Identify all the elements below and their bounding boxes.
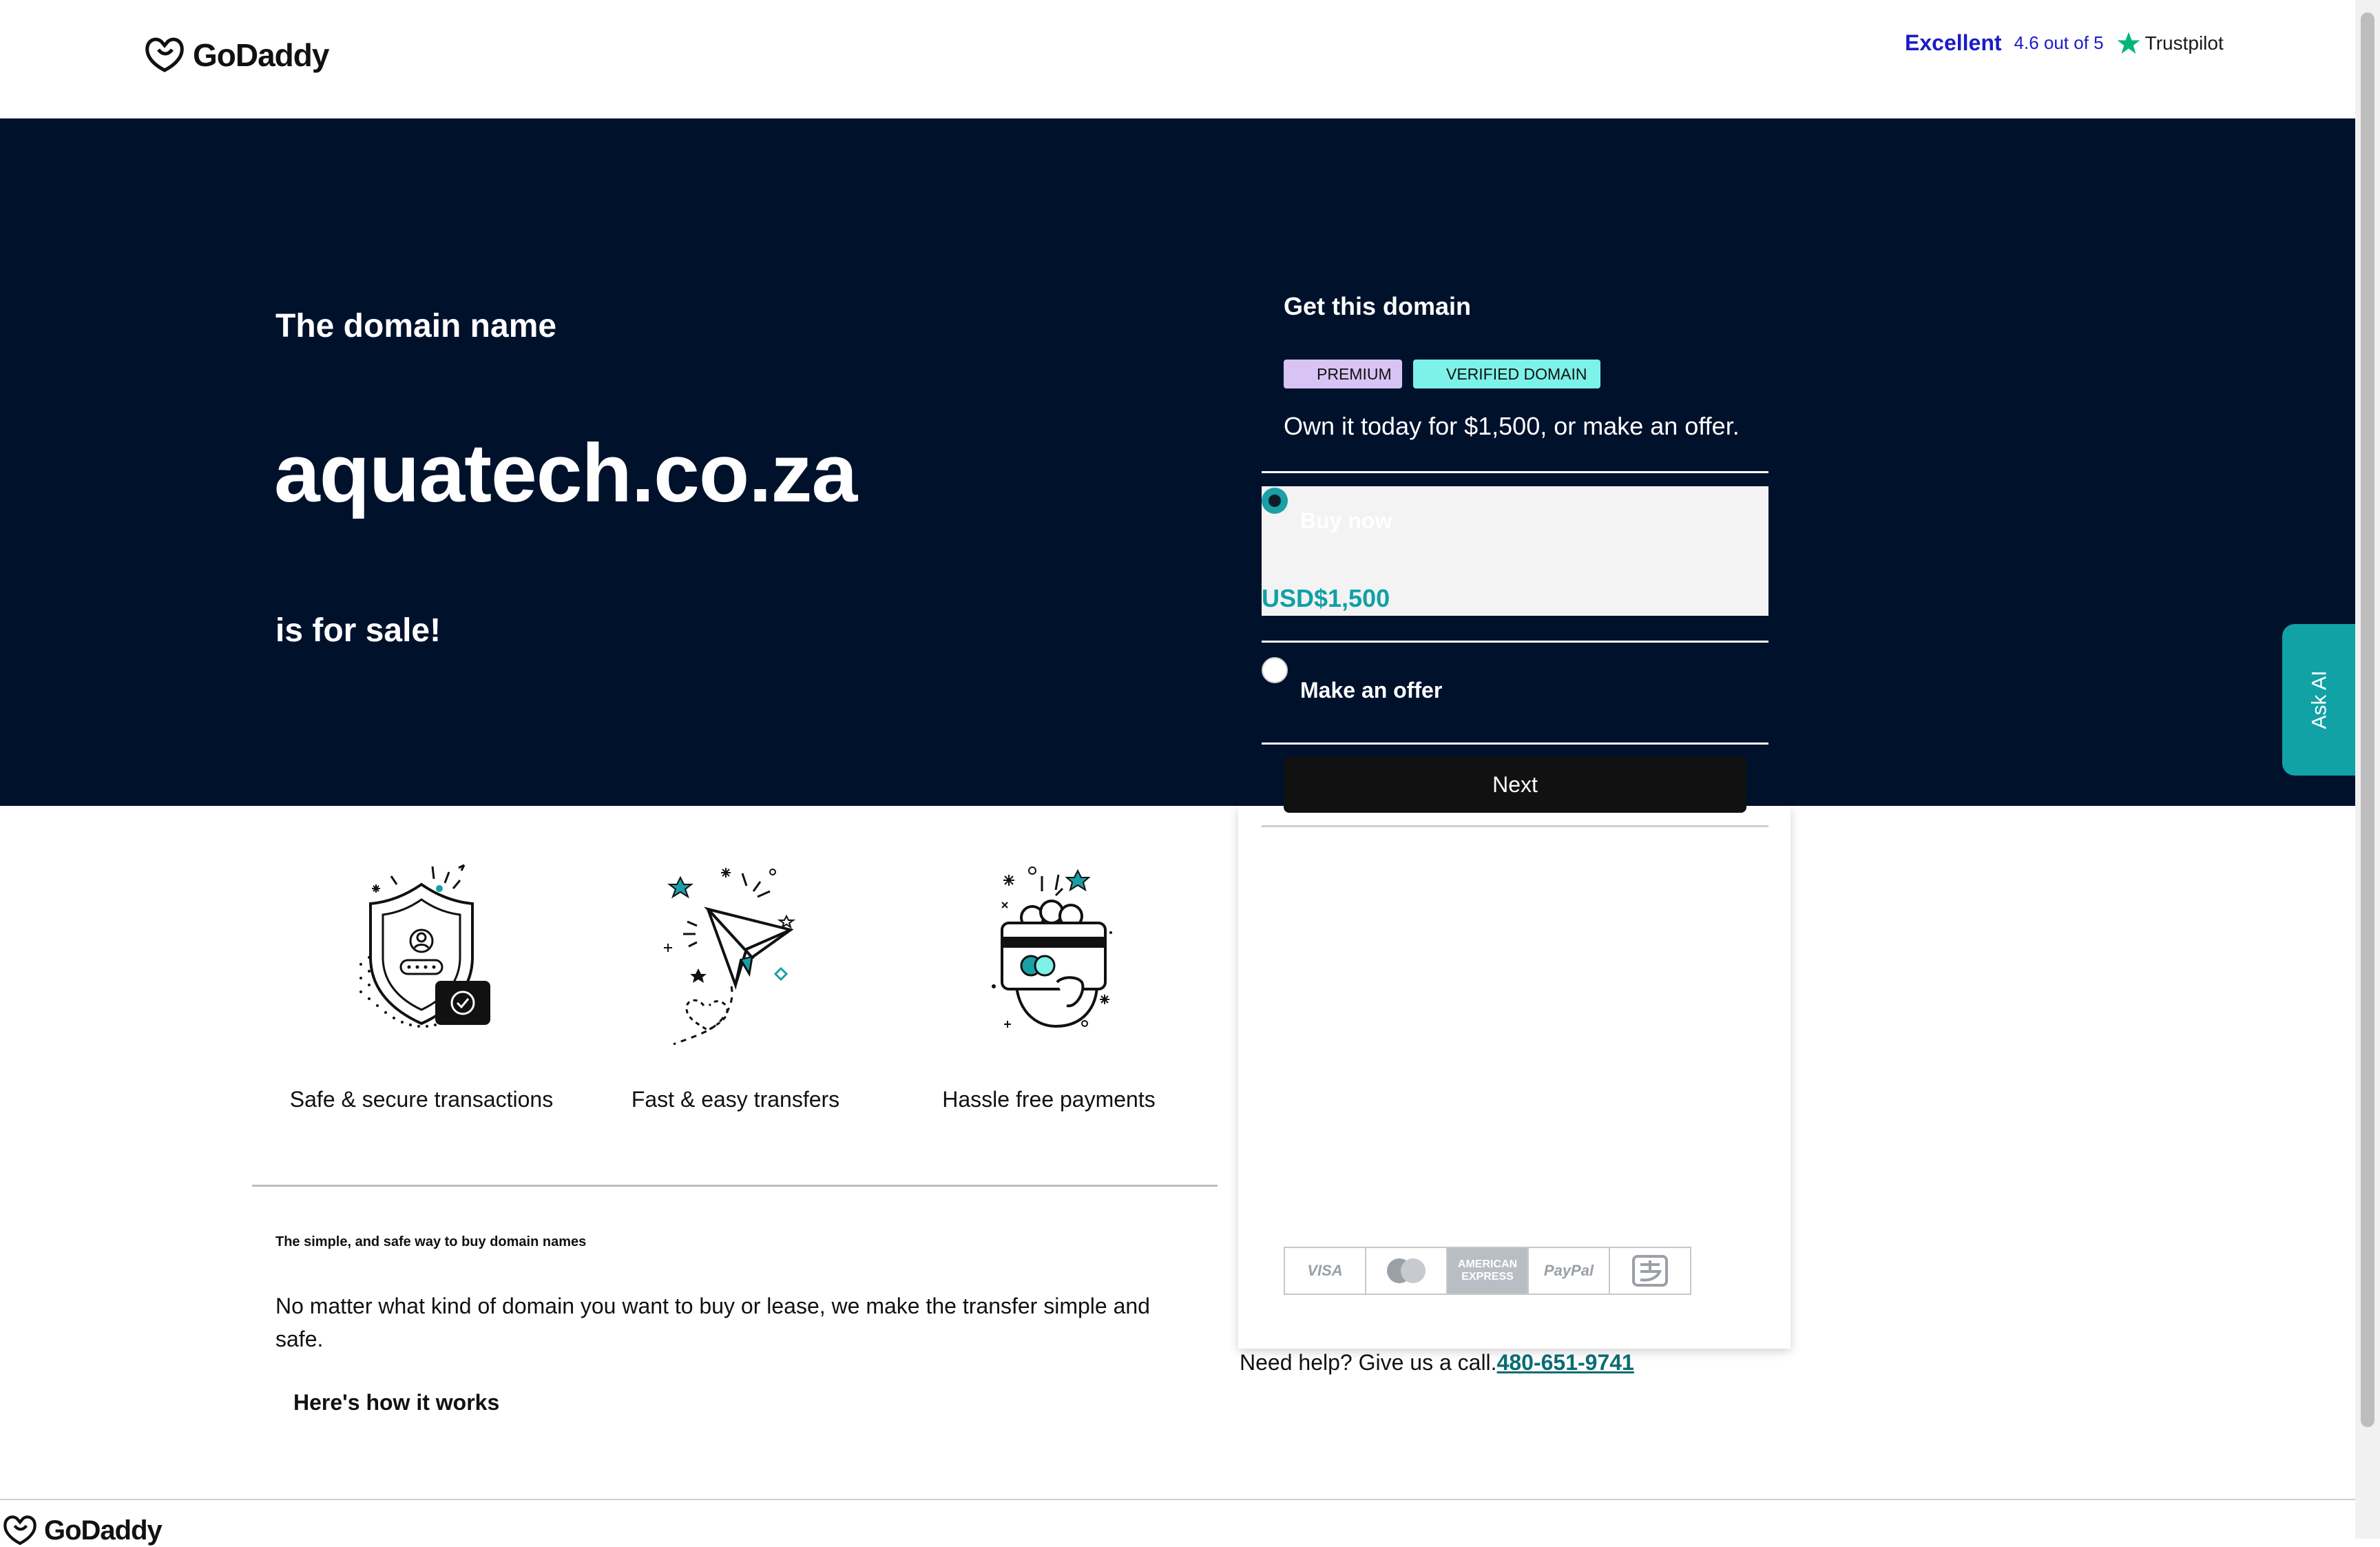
- visa-icon: VISA: [1284, 1247, 1366, 1295]
- ask-ai-label: Ask AI: [2308, 670, 2331, 729]
- feature-label: Fast & easy transfers: [631, 1087, 840, 1112]
- help-text: Need help? Give us a call.: [1240, 1350, 1497, 1375]
- feature-payments: Hassle free payments: [904, 861, 1193, 1112]
- divider: [1262, 825, 1768, 827]
- trustpilot-score: 4.6 out of 5: [2014, 32, 2104, 53]
- footer-wordmark: GoDaddy: [44, 1515, 163, 1546]
- verified-domain-badge: VERIFIED DOMAIN: [1413, 360, 1600, 388]
- about-text: No matter what kind of domain you want t…: [275, 1294, 1150, 1351]
- trustpilot-brand: Trustpilot: [2116, 31, 2224, 56]
- about-title: The simple, and safe way to buy domain n…: [275, 1234, 587, 1249]
- next-button[interactable]: Next: [1284, 756, 1746, 813]
- amex-icon: AMERICAN EXPRESS: [1446, 1247, 1529, 1295]
- godaddy-mark-icon: [3, 1515, 36, 1546]
- alipay-icon: [1609, 1247, 1691, 1295]
- how-it-works-link[interactable]: Here's how it works: [293, 1390, 499, 1415]
- footer-divider: [0, 1499, 2355, 1500]
- paper-plane-icon: [664, 868, 796, 1046]
- trustpilot-rating-label: Excellent: [1905, 30, 2002, 55]
- payment-card-icon: [992, 866, 1112, 1028]
- hero-post-text: is for sale!: [275, 612, 441, 649]
- buy-now-radio[interactable]: [1262, 488, 1288, 514]
- section-divider: [252, 1185, 1218, 1187]
- panel-title: Get this domain: [1284, 292, 1472, 320]
- divider: [1262, 743, 1768, 745]
- help-line: Need help? Give us a call.480-651-9741: [1240, 1350, 1634, 1375]
- buy-now-price: USD$1,500: [1262, 584, 1390, 612]
- feature-label: Safe & secure transactions: [289, 1087, 554, 1112]
- trustpilot-brand-name: Trustpilot: [2144, 32, 2224, 54]
- footer-logo[interactable]: GoDaddy: [1, 1514, 163, 1547]
- ask-ai-button[interactable]: Ask AI: [2282, 624, 2358, 776]
- divider: [1262, 641, 1768, 643]
- panel-description: Own it today for $1,500, or make an offe…: [1284, 412, 1740, 440]
- payment-methods: VISA AMERICAN EXPRESS PayPal: [1284, 1247, 1691, 1295]
- make-offer-radio[interactable]: [1262, 657, 1288, 683]
- feature-secure: Safe & secure transactions: [277, 861, 566, 1112]
- help-phone-link[interactable]: 480-651-9741: [1497, 1350, 1634, 1375]
- premium-badge: PREMIUM: [1284, 360, 1402, 388]
- trustpilot-star-icon: [2117, 32, 2140, 54]
- trustpilot-widget[interactable]: Excellent 4.6 out of 5 Trustpilot: [1905, 30, 2224, 56]
- godaddy-logo[interactable]: GoDaddy: [143, 36, 329, 74]
- feature-transfers: Fast & easy transfers: [591, 861, 880, 1112]
- hero-domain-name: aquatech.co.za: [274, 427, 857, 519]
- hero-pre-text: The domain name: [275, 308, 557, 344]
- buy-now-label: Buy now: [1300, 508, 1392, 533]
- scrollbar-thumb[interactable]: [2361, 12, 2374, 1427]
- mastercard-icon: [1365, 1247, 1448, 1295]
- paypal-icon: PayPal: [1527, 1247, 1610, 1295]
- divider: [1262, 471, 1768, 473]
- logo-wordmark: GoDaddy: [193, 37, 329, 73]
- make-offer-label[interactable]: Make an offer: [1300, 678, 1442, 703]
- godaddy-mark-icon: [145, 37, 184, 72]
- feature-label: Hassle free payments: [942, 1087, 1156, 1112]
- shield-icon: [359, 864, 490, 1028]
- site-header: GoDaddy Excellent 4.6 out of 5 Trustpilo…: [0, 0, 2380, 118]
